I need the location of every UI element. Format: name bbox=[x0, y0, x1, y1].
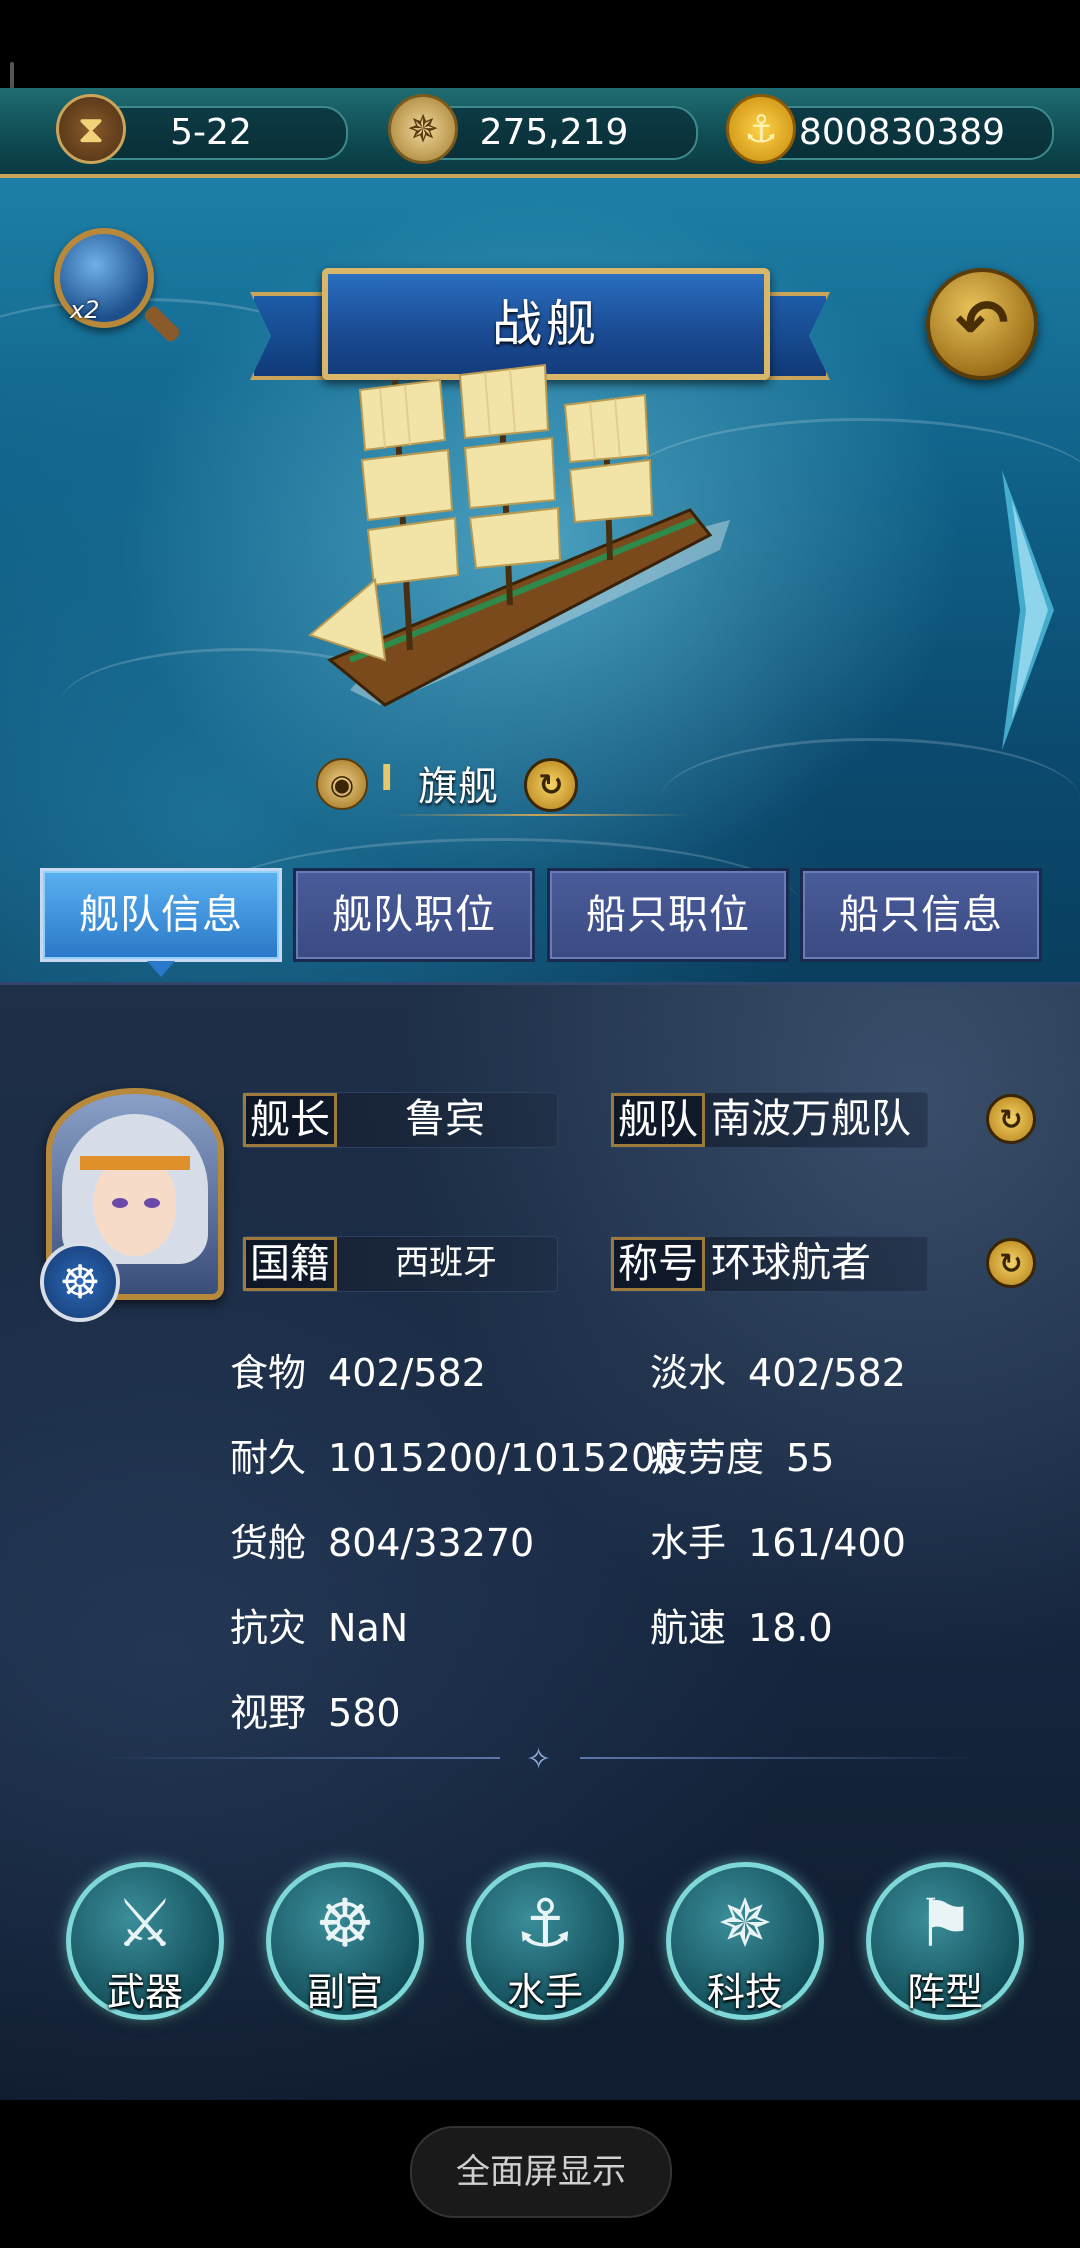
stat-value: NaN bbox=[328, 1606, 409, 1650]
portrait-face bbox=[94, 1160, 176, 1256]
flagship-underline bbox=[390, 814, 690, 816]
stat-speed: 航速 18.0 bbox=[650, 1597, 833, 1652]
system-bottom-bar: 全面屏显示 bbox=[0, 2100, 1080, 2248]
stat-label: 货舱 bbox=[230, 1521, 307, 1565]
stat-value: 18.0 bbox=[748, 1606, 833, 1650]
stat-water: 淡水 402/582 bbox=[650, 1342, 906, 1397]
compass-icon: ✵ bbox=[717, 1885, 773, 1962]
tab-bar: 舰队信息 舰队职位 船只职位 船只信息 bbox=[0, 862, 1080, 982]
fleet-field: 舰队 南波万舰队 bbox=[610, 1092, 928, 1148]
compass-value: 275,219 bbox=[479, 112, 629, 153]
flagship-row: ◉ I 旗舰 ↻ bbox=[310, 752, 690, 814]
back-arrow-icon: ↶ bbox=[955, 287, 1009, 361]
status-bar bbox=[0, 0, 1080, 148]
portrait-headband bbox=[80, 1156, 190, 1170]
zoom-button[interactable]: x2 bbox=[54, 228, 182, 344]
back-button[interactable]: ↶ bbox=[926, 268, 1038, 380]
portrait-eye bbox=[144, 1198, 160, 1208]
hourglass-icon: ⧗ bbox=[56, 94, 126, 164]
helm-icon: ☸ bbox=[40, 1242, 120, 1322]
coin-icon: ⚓ bbox=[726, 94, 796, 164]
helm-icon: ☸ bbox=[315, 1885, 375, 1962]
title-field: 称号 环球航者 bbox=[610, 1236, 928, 1292]
stat-value: 402/582 bbox=[748, 1351, 906, 1395]
stat-durability: 耐久 1015200/1015200 bbox=[230, 1427, 679, 1482]
formation-label: 阵型 bbox=[906, 1970, 983, 2014]
ship-image bbox=[307, 363, 730, 707]
rank-mark: I bbox=[380, 758, 394, 799]
weapons-button[interactable]: ⚔ 武器 bbox=[66, 1862, 224, 2020]
time-value: 5-22 bbox=[170, 112, 252, 153]
stat-value: 55 bbox=[786, 1436, 835, 1480]
adjutant-button[interactable]: ☸ 副官 bbox=[266, 1862, 424, 2020]
stat-label: 疲劳度 bbox=[650, 1436, 765, 1480]
tech-label: 科技 bbox=[706, 1970, 783, 2014]
flagship-label: 旗舰 bbox=[418, 764, 498, 810]
fullscreen-button[interactable]: 全面屏显示 bbox=[410, 2126, 672, 2218]
stat-disaster-resist: 抗灾 NaN bbox=[230, 1597, 408, 1652]
tech-button[interactable]: ✵ 科技 bbox=[666, 1862, 824, 2020]
stat-value: 804/33270 bbox=[328, 1521, 535, 1565]
tab-fleet-positions[interactable]: 舰队职位 bbox=[293, 868, 535, 962]
tab-fleet-info[interactable]: 舰队信息 bbox=[40, 868, 282, 977]
captain-value: 鲁宾 bbox=[405, 1096, 485, 1142]
rename-fleet-icon[interactable]: ↻ bbox=[986, 1094, 1036, 1144]
tab-ship-positions[interactable]: 船只职位 bbox=[547, 868, 789, 962]
stat-label: 淡水 bbox=[650, 1351, 727, 1395]
stat-food: 食物 402/582 bbox=[230, 1342, 486, 1397]
stat-label: 视野 bbox=[230, 1691, 307, 1735]
portrait-eye bbox=[112, 1198, 128, 1208]
zoom-badge: x2 bbox=[70, 296, 100, 324]
stat-cargo: 货舱 804/33270 bbox=[230, 1512, 534, 1567]
eye-icon[interactable]: ◉ bbox=[316, 758, 368, 810]
stat-vision: 视野 580 bbox=[230, 1682, 401, 1737]
arrow-highlight bbox=[1012, 500, 1048, 720]
stat-value: 402/582 bbox=[328, 1351, 486, 1395]
nation-value: 西班牙 bbox=[395, 1243, 497, 1283]
hook-icon: ⚓ bbox=[515, 1885, 575, 1962]
weapons-label: 武器 bbox=[106, 1970, 183, 2014]
divider-line bbox=[100, 1757, 500, 1759]
adjutant-label: 副官 bbox=[306, 1970, 383, 2014]
switch-ship-icon[interactable]: ↻ bbox=[524, 758, 578, 812]
stat-value: 580 bbox=[328, 1691, 401, 1735]
divider-ornament-icon: ✧ bbox=[526, 1742, 552, 1777]
stat-label: 食物 bbox=[230, 1351, 307, 1395]
fleet-value: 南波万舰队 bbox=[711, 1096, 911, 1142]
tab-ship-info[interactable]: 船只信息 bbox=[800, 868, 1042, 962]
stat-label: 抗灾 bbox=[230, 1606, 307, 1650]
section-divider: ✧ bbox=[100, 1742, 980, 1777]
stat-value: 161/400 bbox=[748, 1521, 906, 1565]
sailors-label: 水手 bbox=[506, 1970, 583, 2014]
stat-fatigue: 疲劳度 55 bbox=[650, 1427, 834, 1482]
stat-label: 航速 bbox=[650, 1606, 727, 1650]
nation-label: 国籍 bbox=[243, 1237, 337, 1291]
stat-sailors: 水手 161/400 bbox=[650, 1512, 906, 1567]
compass-icon: ✵ bbox=[388, 94, 458, 164]
flag-icon: ⚑ bbox=[915, 1885, 975, 1962]
stat-label: 水手 bbox=[650, 1521, 727, 1565]
change-title-icon[interactable]: ↻ bbox=[986, 1238, 1036, 1288]
nation-field: 国籍 西班牙 bbox=[242, 1236, 558, 1292]
gold-value: 800830389 bbox=[798, 112, 1006, 153]
stat-value: 1015200/1015200 bbox=[328, 1436, 680, 1480]
title-value: 环球航者 bbox=[711, 1240, 871, 1286]
sword-icon: ⚔ bbox=[115, 1885, 175, 1962]
formation-button[interactable]: ⚑ 阵型 bbox=[866, 1862, 1024, 2020]
stat-label: 耐久 bbox=[230, 1436, 307, 1480]
captain-label: 舰长 bbox=[243, 1093, 337, 1147]
title-label: 称号 bbox=[611, 1237, 705, 1291]
resource-bar: 5-22 ⧗ 275,219 ✵ 800830389 ⚓ bbox=[0, 88, 1080, 178]
next-ship-arrow-icon[interactable] bbox=[998, 460, 1058, 760]
fleet-label: 舰队 bbox=[611, 1093, 705, 1147]
divider-line bbox=[580, 1757, 980, 1759]
captain-field: 舰长 鲁宾 bbox=[242, 1092, 558, 1148]
sailors-button[interactable]: ⚓ 水手 bbox=[466, 1862, 624, 2020]
